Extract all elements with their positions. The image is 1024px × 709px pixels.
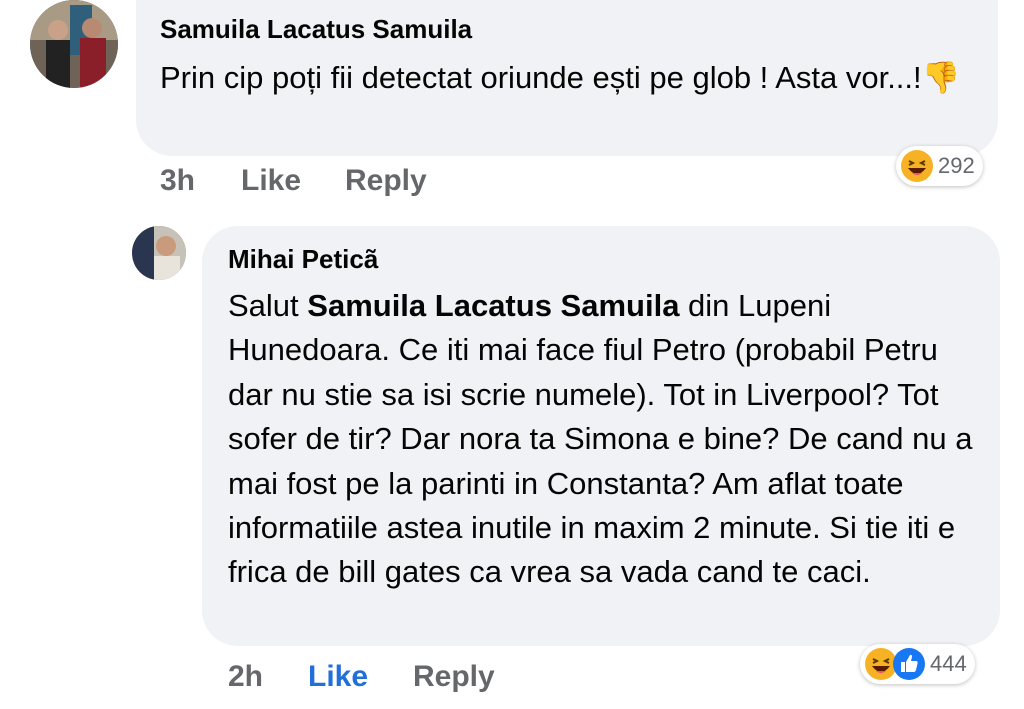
comment-text: Prin cip poți fii detectat oriunde ești … <box>160 56 980 100</box>
avatar-photo <box>30 0 118 88</box>
reply-button[interactable]: Reply <box>413 660 495 694</box>
avatar[interactable] <box>132 226 186 280</box>
reply-text-prefix: Salut <box>228 288 308 323</box>
mention-link[interactable]: Samuila Lacatus Samuila <box>307 288 679 323</box>
reaction-count: 444 <box>930 651 967 676</box>
thumbs-down-icon: 👎 <box>921 60 961 95</box>
avatar[interactable] <box>30 0 118 88</box>
like-icon <box>892 647 926 681</box>
comment-time[interactable]: 3h <box>160 164 195 198</box>
reply-author[interactable]: Mihai Peticã <box>228 244 378 275</box>
reply-time[interactable]: 2h <box>228 660 263 694</box>
reaction-summary[interactable]: 292 <box>896 146 983 186</box>
reply-text: Salut Samuila Lacatus Samuila din Lupeni… <box>228 284 988 595</box>
reply-text-suffix: din Lupeni Hunedoara. Ce iti mai face fi… <box>228 288 973 590</box>
like-button[interactable]: Like <box>308 660 368 694</box>
comment-text-content: Prin cip poți fii detectat oriunde ești … <box>160 60 922 95</box>
comment-author[interactable]: Samuila Lacatus Samuila <box>160 14 472 45</box>
reply-button[interactable]: Reply <box>345 164 427 198</box>
reaction-count: 292 <box>938 153 975 178</box>
avatar-photo <box>132 226 186 280</box>
haha-icon <box>900 149 934 183</box>
like-button[interactable]: Like <box>241 164 301 198</box>
reaction-summary[interactable]: 444 <box>860 644 975 684</box>
